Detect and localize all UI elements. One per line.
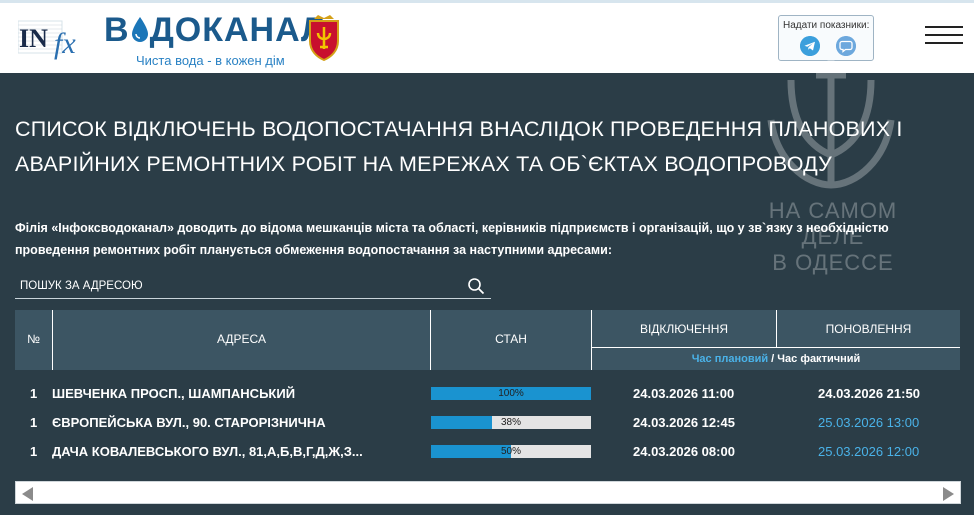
row-num: 1 — [30, 415, 38, 430]
table-header: № АДРЕСА СТАН ВІДКЛЮЧЕННЯ ПОНОВЛЕННЯ Час… — [15, 310, 960, 370]
header-num[interactable]: № — [15, 332, 52, 346]
row-off-time: 24.03.2026 11:00 — [633, 386, 735, 401]
row-num: 1 — [30, 386, 38, 401]
search-bar — [15, 272, 491, 299]
svg-text:fx: fx — [54, 27, 76, 60]
row-off-time: 24.03.2026 08:00 — [633, 444, 735, 459]
row-address: ШЕВЧЕНКА ПРОСП., ШАМПАНСЬКИЙ — [52, 386, 296, 401]
header-subdivider — [592, 347, 960, 348]
header-update[interactable]: ПОНОВЛЕННЯ — [777, 322, 960, 336]
table-row[interactable]: 1 ЄВРОПЕЙСЬКА ВУЛ., 90. СТАРОРІЗНИЧНА 38… — [15, 409, 960, 435]
table-row[interactable]: 1 ШЕВЧЕНКА ПРОСП., ШАМПАНСЬКИЙ 100% 24.0… — [15, 380, 960, 406]
progress-label: 100% — [498, 388, 524, 399]
progress-label: 38% — [500, 417, 521, 428]
vodokanal-logo[interactable]: В ДОКАНАЛ — [104, 11, 326, 50]
header-status[interactable]: СТАН — [431, 332, 591, 346]
coat-of-arms-icon — [309, 15, 339, 61]
row-update-time: 25.03.2026 12:00 — [818, 444, 920, 459]
water-drop-icon — [131, 17, 148, 42]
row-update-time: 25.03.2026 13:00 — [818, 415, 920, 430]
site-header: IN fx В ДОКАНАЛ Чиста вода - в кожен дім … — [0, 0, 974, 73]
meters-widget: Надати показники: — [778, 15, 874, 61]
row-update-time: 24.03.2026 21:50 — [818, 386, 920, 401]
legend-planned: Час плановий — [691, 353, 769, 365]
infox-logo[interactable]: IN fx — [18, 15, 88, 61]
viber-icon[interactable] — [836, 36, 856, 56]
logo-letter-v: В — [104, 11, 130, 49]
row-off-time: 24.03.2026 12:45 — [633, 415, 735, 430]
progress-bar: 38% — [431, 416, 591, 429]
table-row[interactable]: 1 ДАЧА КОВАЛЕВСЬКОГО ВУЛ., 81,А,Б,В,Г,Д,… — [15, 438, 960, 464]
time-legend: Час плановий / Час фактичний — [592, 353, 960, 365]
progress-bar: 100% — [431, 387, 591, 400]
horizontal-scrollbar[interactable] — [15, 481, 961, 504]
search-input[interactable] — [18, 275, 452, 297]
meters-label: Надати показники: — [783, 20, 870, 31]
intro-text: Філія «Інфоксводоканал» доводить до відо… — [15, 221, 889, 257]
header-address[interactable]: АДРЕСА — [53, 332, 430, 346]
logo-rest: ДОКАНАЛ — [149, 11, 326, 49]
row-address: ЄВРОПЕЙСЬКА ВУЛ., 90. СТАРОРІЗНИЧНА — [52, 415, 326, 430]
header-off[interactable]: ВІДКЛЮЧЕННЯ — [592, 322, 776, 336]
progress-label: 50% — [500, 446, 521, 457]
slogan: Чиста вода - в кожен дім — [136, 53, 285, 68]
search-icon[interactable] — [467, 277, 485, 295]
scroll-left-icon[interactable] — [22, 487, 33, 501]
progress-bar: 50% — [431, 445, 591, 458]
legend-actual: Час фактичний — [777, 353, 861, 365]
scroll-right-icon[interactable] — [943, 487, 954, 501]
telegram-icon[interactable] — [800, 36, 820, 56]
row-address: ДАЧА КОВАЛЕВСЬКОГО ВУЛ., 81,А,Б,В,Г,Д,Ж,… — [52, 444, 363, 459]
page-title: Список відключень водопостачання внаслід… — [15, 117, 903, 176]
legend-separator: / — [768, 353, 778, 365]
svg-text:IN: IN — [19, 24, 48, 53]
row-num: 1 — [30, 444, 38, 459]
hamburger-icon[interactable] — [925, 26, 963, 52]
